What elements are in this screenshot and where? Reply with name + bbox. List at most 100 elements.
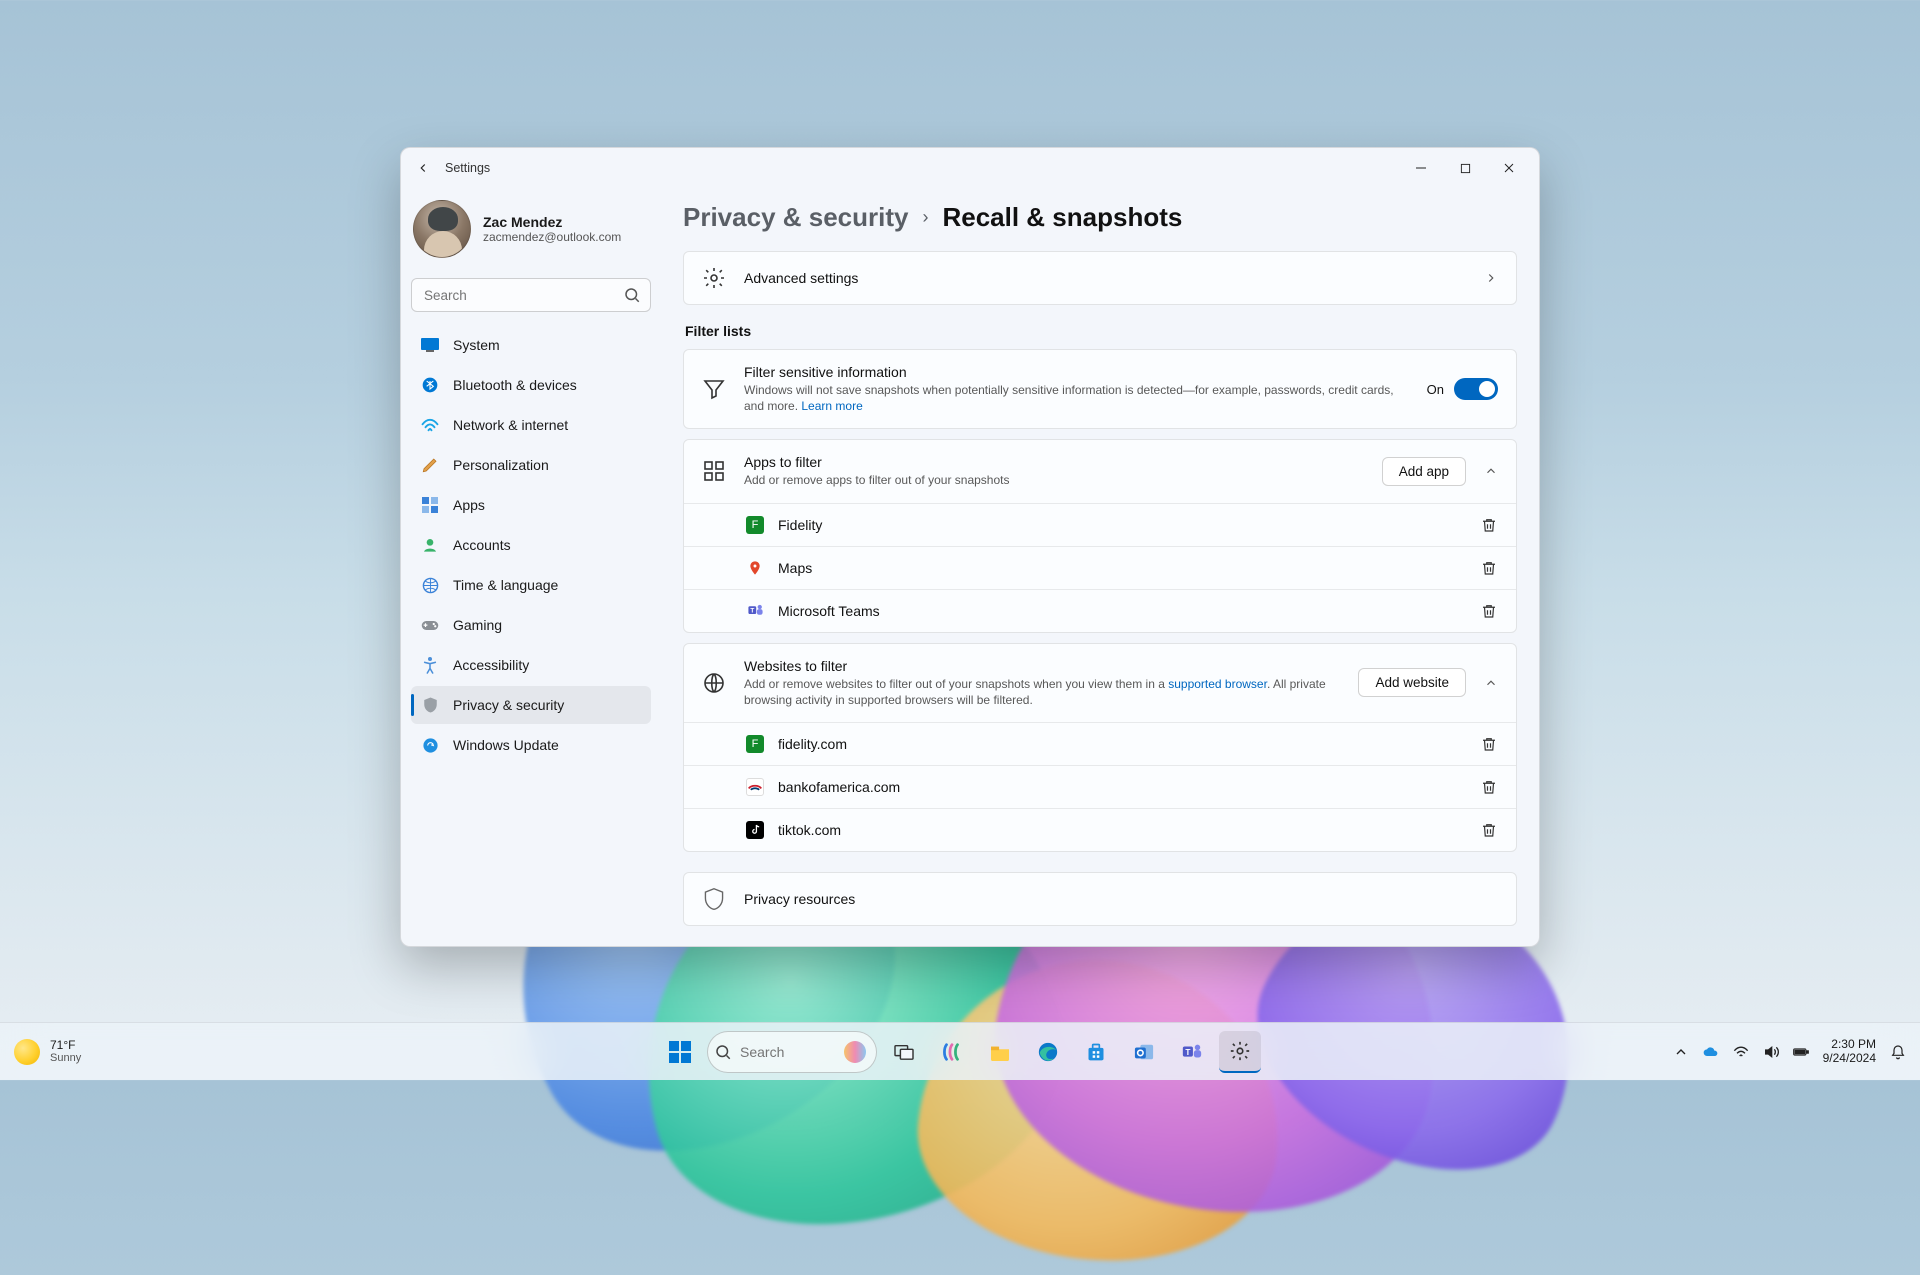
shield-icon	[421, 696, 439, 714]
start-button[interactable]	[659, 1031, 701, 1073]
sidebar-search[interactable]	[411, 278, 651, 312]
content-pane: Privacy & security › Recall & snapshots …	[661, 188, 1539, 946]
apps-icon	[421, 496, 439, 514]
sidebar: Zac Mendez zacmendez@outlook.com System …	[401, 188, 661, 946]
delete-icon[interactable]	[1480, 559, 1498, 577]
add-website-button[interactable]: Add website	[1358, 668, 1466, 697]
sidebar-item-gaming[interactable]: Gaming	[411, 606, 651, 644]
delete-icon[interactable]	[1480, 735, 1498, 753]
add-app-button[interactable]: Add app	[1382, 457, 1466, 486]
clock-date: 9/24/2024	[1823, 1052, 1876, 1066]
apps-icon	[702, 459, 726, 483]
sidebar-item-apps[interactable]: Apps	[411, 486, 651, 524]
notifications-icon[interactable]	[1890, 1044, 1906, 1060]
sidebar-item-time-language[interactable]: Time & language	[411, 566, 651, 604]
chevron-up-icon[interactable]	[1484, 464, 1498, 478]
task-view-button[interactable]	[883, 1031, 925, 1073]
filter-sensitive-title: Filter sensitive information	[744, 364, 1409, 380]
app-label: Maps	[778, 560, 1466, 576]
personalization-icon	[421, 456, 439, 474]
advanced-settings-label: Advanced settings	[744, 270, 1466, 286]
titlebar: Settings	[401, 148, 1539, 188]
sidebar-item-label: Windows Update	[453, 737, 559, 753]
page-title: Recall & snapshots	[942, 202, 1182, 233]
apps-to-filter-desc: Add or remove apps to filter out of your…	[744, 472, 1364, 488]
app-list-item: F Fidelity	[684, 503, 1516, 546]
taskbar-search-input[interactable]	[740, 1044, 836, 1060]
websites-to-filter-desc: Add or remove websites to filter out of …	[744, 676, 1340, 708]
delete-icon[interactable]	[1480, 821, 1498, 839]
sidebar-item-bluetooth[interactable]: Bluetooth & devices	[411, 366, 651, 404]
website-label: fidelity.com	[778, 736, 1466, 752]
volume-icon[interactable]	[1763, 1044, 1779, 1060]
close-button[interactable]	[1487, 153, 1531, 183]
sidebar-item-personalization[interactable]: Personalization	[411, 446, 651, 484]
copilot-button[interactable]	[931, 1031, 973, 1073]
websites-to-filter-card: Websites to filter Add or remove website…	[683, 643, 1517, 852]
supported-browser-link[interactable]: supported browser	[1168, 677, 1267, 691]
settings-window: Settings Zac Mendez zacmendez@outlook.co…	[400, 147, 1540, 947]
website-label: tiktok.com	[778, 822, 1466, 838]
sidebar-nav: System Bluetooth & devices Network & int…	[411, 326, 651, 764]
edge-button[interactable]	[1027, 1031, 1069, 1073]
fidelity-app-icon: F	[746, 516, 764, 534]
bluetooth-icon	[421, 376, 439, 394]
search-highlight-icon	[844, 1041, 866, 1063]
privacy-resources-label: Privacy resources	[744, 891, 1498, 907]
sidebar-item-privacy-security[interactable]: Privacy & security	[411, 686, 651, 724]
delete-icon[interactable]	[1480, 516, 1498, 534]
accounts-icon	[421, 536, 439, 554]
sidebar-item-accounts[interactable]: Accounts	[411, 526, 651, 564]
sidebar-item-system[interactable]: System	[411, 326, 651, 364]
weather-temp: 71°F	[50, 1039, 81, 1052]
clock[interactable]: 2:30 PM 9/24/2024	[1823, 1038, 1876, 1066]
gear-icon	[702, 266, 726, 290]
svg-text:T: T	[750, 608, 754, 615]
file-explorer-button[interactable]	[979, 1031, 1021, 1073]
sidebar-item-accessibility[interactable]: Accessibility	[411, 646, 651, 684]
sidebar-item-network[interactable]: Network & internet	[411, 406, 651, 444]
minimize-button[interactable]	[1399, 153, 1443, 183]
delete-icon[interactable]	[1480, 602, 1498, 620]
breadcrumb: Privacy & security › Recall & snapshots	[683, 202, 1517, 233]
svg-text:T: T	[1185, 1047, 1190, 1056]
website-list-item: tiktok.com	[684, 808, 1516, 851]
learn-more-link[interactable]: Learn more	[801, 399, 862, 413]
taskbar-center: T	[659, 1031, 1261, 1073]
sidebar-item-label: Bluetooth & devices	[453, 377, 577, 393]
chevron-up-icon[interactable]	[1484, 676, 1498, 690]
user-block[interactable]: Zac Mendez zacmendez@outlook.com	[411, 194, 651, 270]
sidebar-item-windows-update[interactable]: Windows Update	[411, 726, 651, 764]
back-button[interactable]	[409, 154, 437, 182]
windows-update-icon	[421, 736, 439, 754]
weather-widget[interactable]: 71°F Sunny	[14, 1039, 81, 1065]
advanced-settings-card[interactable]: Advanced settings	[683, 251, 1517, 305]
tray-chevron-icon[interactable]	[1673, 1044, 1689, 1060]
store-button[interactable]	[1075, 1031, 1117, 1073]
delete-icon[interactable]	[1480, 778, 1498, 796]
filter-sensitive-toggle[interactable]	[1454, 378, 1498, 400]
teams-button[interactable]: T	[1171, 1031, 1213, 1073]
sidebar-item-label: Personalization	[453, 457, 549, 473]
sidebar-item-label: Privacy & security	[453, 697, 564, 713]
clock-time: 2:30 PM	[1831, 1038, 1876, 1052]
avatar	[413, 200, 471, 258]
wifi-icon[interactable]	[1733, 1044, 1749, 1060]
filter-lists-label: Filter lists	[685, 323, 1517, 339]
battery-icon[interactable]	[1793, 1044, 1809, 1060]
search-icon	[714, 1039, 732, 1065]
app-list-item: Maps	[684, 546, 1516, 589]
taskbar-search[interactable]	[707, 1031, 877, 1073]
filter-sensitive-card: Filter sensitive information Windows wil…	[683, 349, 1517, 429]
settings-taskbar-button[interactable]	[1219, 1031, 1261, 1073]
outlook-button[interactable]	[1123, 1031, 1165, 1073]
sidebar-item-label: Accounts	[453, 537, 511, 553]
accessibility-icon	[421, 656, 439, 674]
system-tray: 2:30 PM 9/24/2024	[1673, 1038, 1906, 1066]
privacy-resources-card[interactable]: Privacy resources	[683, 872, 1517, 926]
breadcrumb-parent[interactable]: Privacy & security	[683, 202, 908, 233]
maximize-button[interactable]	[1443, 153, 1487, 183]
sidebar-search-input[interactable]	[411, 278, 651, 312]
sidebar-item-label: Network & internet	[453, 417, 568, 433]
onedrive-icon[interactable]	[1703, 1044, 1719, 1060]
